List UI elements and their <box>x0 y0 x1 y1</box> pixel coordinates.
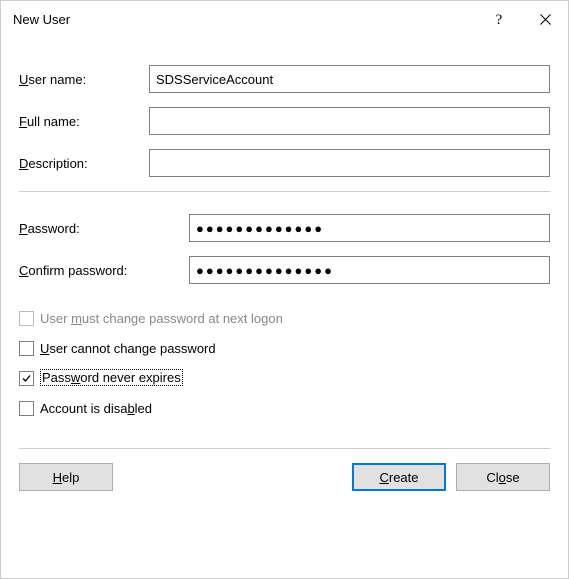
titlebar: New User ? <box>1 1 568 37</box>
divider-2 <box>19 448 550 449</box>
close-icon[interactable] <box>522 3 568 35</box>
label-description: Description: <box>19 156 149 171</box>
input-description[interactable] <box>149 149 550 177</box>
svg-text:?: ? <box>496 12 503 27</box>
row-description: Description: <box>19 149 550 177</box>
checkbox-account-disabled[interactable]: Account is disabled <box>19 398 550 418</box>
checkbox-label-must-change: User must change password at next logon <box>40 311 283 326</box>
checkbox-label-cannot-change: User cannot change password <box>40 341 216 356</box>
window-title: New User <box>13 12 70 27</box>
dialog-footer: Help Create Close <box>1 463 568 509</box>
row-confirm: Confirm password: ●●●●●●●●●●●●●● <box>19 256 550 284</box>
row-username: User name: <box>19 65 550 93</box>
input-password[interactable]: ●●●●●●●●●●●●● <box>189 214 550 242</box>
row-fullname: Full name: <box>19 107 550 135</box>
label-fullname: Full name: <box>19 114 149 129</box>
label-confirm: Confirm password: <box>19 263 189 278</box>
label-username: User name: <box>19 72 149 87</box>
create-button[interactable]: Create <box>352 463 446 491</box>
help-icon[interactable]: ? <box>476 3 522 35</box>
checkbox-label-account-disabled: Account is disabled <box>40 401 152 416</box>
input-fullname[interactable] <box>149 107 550 135</box>
checkbox-box-cannot-change[interactable] <box>19 341 34 356</box>
checkbox-cannot-change[interactable]: User cannot change password <box>19 338 550 358</box>
row-password: Password: ●●●●●●●●●●●●● <box>19 214 550 242</box>
close-button[interactable]: Close <box>456 463 550 491</box>
divider-1 <box>19 191 550 192</box>
input-confirm-password[interactable]: ●●●●●●●●●●●●●● <box>189 256 550 284</box>
checkbox-box-account-disabled[interactable] <box>19 401 34 416</box>
checkbox-box-never-expires[interactable] <box>19 371 34 386</box>
checkbox-group: User must change password at next logon … <box>19 308 550 418</box>
checkbox-box-must-change <box>19 311 34 326</box>
input-username[interactable] <box>149 65 550 93</box>
checkbox-must-change: User must change password at next logon <box>19 308 550 328</box>
label-password: Password: <box>19 221 189 236</box>
checkbox-label-never-expires: Password never expires <box>40 370 183 386</box>
help-button[interactable]: Help <box>19 463 113 491</box>
dialog-content: User name: Full name: Description: Passw… <box>1 37 568 449</box>
checkbox-never-expires[interactable]: Password never expires <box>19 368 550 388</box>
